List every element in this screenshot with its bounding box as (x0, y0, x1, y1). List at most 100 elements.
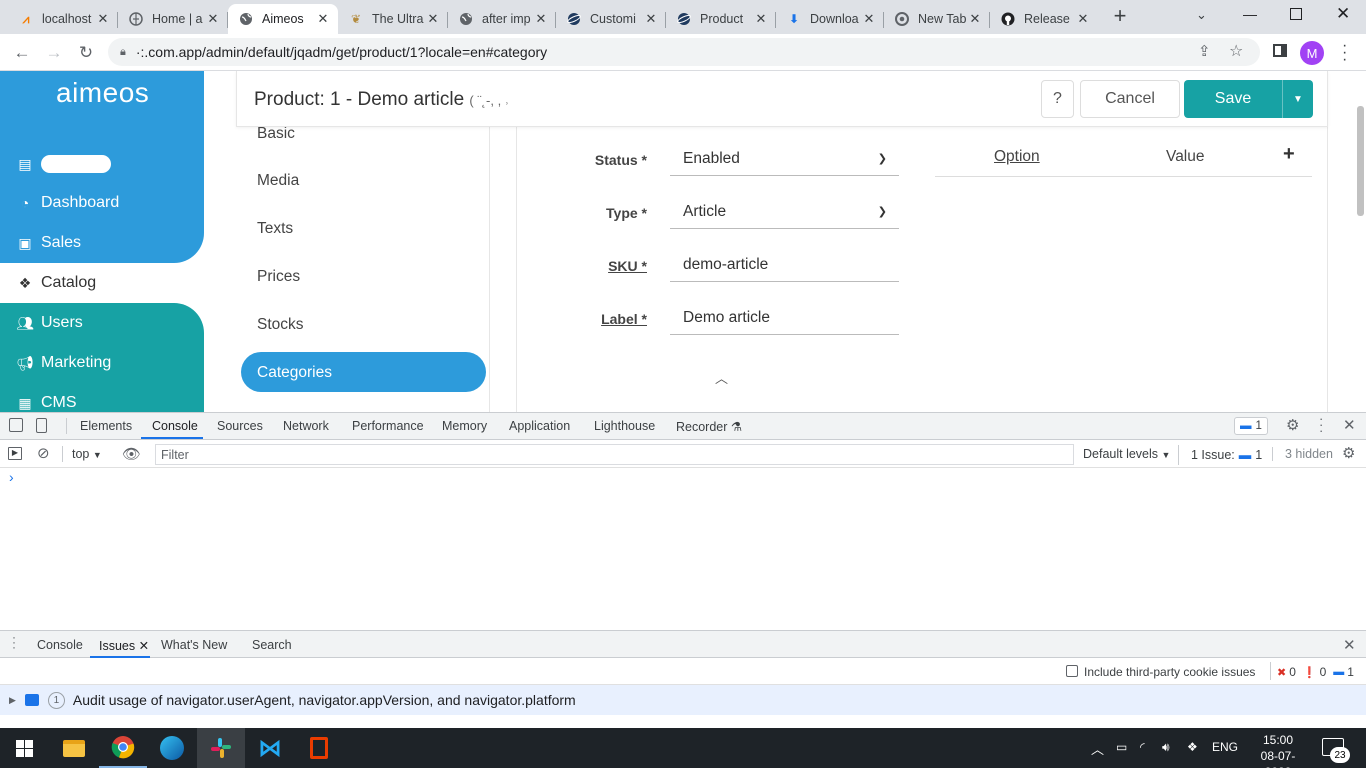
tab-recorder[interactable]: Recorder ⚗︎ (676, 419, 742, 434)
close-icon[interactable]: ✕ (1074, 11, 1092, 27)
drawer-tab-console[interactable]: Console (37, 638, 83, 652)
close-icon[interactable]: ✕ (966, 11, 984, 27)
close-icon[interactable]: ✕ (314, 11, 332, 27)
tab-elements[interactable]: Elements (80, 419, 132, 433)
device-toolbar-icon[interactable] (36, 418, 47, 433)
drawer-tab-issues[interactable]: Issues ✕ (99, 638, 149, 653)
browser-tab-ultra[interactable]: ❦ The Ultra ✕ (338, 4, 448, 34)
sidebar-item-users[interactable]: 👥︎ Users (16, 314, 83, 332)
close-icon[interactable]: ✕ (532, 11, 550, 27)
drawer-menu-icon[interactable]: · · · (12, 631, 16, 653)
close-icon[interactable]: ✕ (424, 11, 442, 27)
close-icon[interactable]: ✕ (642, 11, 660, 27)
status-select[interactable]: Enabled ❯ (670, 142, 899, 176)
console-filter-input[interactable]: Filter (155, 444, 1074, 465)
share-icon[interactable]: ⇪ (1198, 42, 1211, 60)
aimeos-logo[interactable]: aimeos (56, 77, 149, 109)
file-explorer-icon[interactable] (50, 728, 98, 768)
dropbox-icon[interactable]: ❖ (1187, 740, 1198, 754)
language-indicator[interactable]: ENG (1212, 740, 1238, 754)
issues-count-button[interactable]: 1 Issue: ▬ 1 (1178, 445, 1262, 465)
tab-search-icon[interactable]: ⌄ (1196, 7, 1207, 23)
add-option-button[interactable]: + (1283, 143, 1295, 166)
volume-icon[interactable]: 🔊︎ (1162, 740, 1170, 755)
third-party-checkbox[interactable] (1066, 665, 1078, 677)
browser-tab-after-imp[interactable]: after imp ✕ (448, 4, 556, 34)
close-icon[interactable]: ✕ (204, 11, 222, 27)
tray-expand-icon[interactable]: ︿ (1091, 739, 1104, 758)
collapse-chevron-up-icon[interactable]: ︿ (715, 368, 728, 387)
new-tab-button[interactable]: + (1108, 5, 1132, 29)
bookmark-star-icon[interactable]: ☆ (1229, 41, 1243, 61)
nav-item-basic[interactable]: Basic (257, 125, 295, 143)
close-icon[interactable]: ✕ (860, 11, 878, 27)
browser-tab-release[interactable]: Release ✕ (990, 4, 1098, 34)
close-icon[interactable]: ✕ (94, 11, 112, 27)
tab-memory[interactable]: Memory (442, 419, 487, 433)
type-select[interactable]: Article ❯ (670, 195, 899, 229)
forward-arrow-icon[interactable]: → (41, 40, 67, 66)
sidebar-item-marketing[interactable]: 📢︎ Marketing (16, 354, 111, 372)
maximize-button[interactable] (1290, 8, 1302, 20)
browser-tab-download[interactable]: ⬇ Downloa ✕ (776, 4, 884, 34)
sidebar-item-cms[interactable]: ▦ CMS (16, 394, 76, 412)
drawer-tab-whats-new[interactable]: What's New (161, 638, 227, 652)
nav-item-categories[interactable]: Categories (257, 364, 332, 382)
log-levels-dropdown[interactable]: Default levels ▼ (1083, 447, 1170, 461)
wifi-icon[interactable]: ◜ (1140, 740, 1145, 754)
browser-tab-localhost[interactable]: ⩘ localhost ✕ (8, 4, 118, 34)
browser-tab-customi[interactable]: Customi ✕ (556, 4, 666, 34)
window-close-button[interactable]: ✕ (1336, 4, 1350, 24)
close-devtools-icon[interactable]: ✕ (1343, 416, 1356, 434)
tab-performance[interactable]: Performance (352, 419, 424, 433)
help-button[interactable]: ? (1041, 80, 1074, 118)
nav-item-stocks[interactable]: Stocks (257, 316, 304, 334)
drawer-tab-search[interactable]: Search (252, 638, 292, 652)
save-button[interactable]: Save ▼ (1184, 80, 1313, 118)
tab-console[interactable]: Console (152, 419, 198, 433)
cancel-button[interactable]: Cancel (1080, 80, 1180, 118)
close-icon[interactable]: ✕ (752, 11, 770, 27)
settings-gear-icon[interactable]: ⚙ (1286, 416, 1299, 434)
sidebar-item-dashboard[interactable]: ◔ Dashboard (16, 194, 120, 212)
windows-start-button[interactable] (0, 728, 48, 768)
expand-triangle-icon[interactable]: ▶ (9, 695, 16, 706)
label-input[interactable]: Demo article (670, 301, 899, 335)
tab-sources[interactable]: Sources (217, 419, 263, 433)
save-dropdown-chevron-icon[interactable]: ▼ (1282, 80, 1313, 118)
sidebar-item-catalog[interactable]: ❖ Catalog (16, 274, 96, 292)
browser-tab-new-tab[interactable]: New Tab ✕ (884, 4, 990, 34)
office-icon[interactable] (295, 728, 343, 768)
site-selector[interactable]: ▤ p (16, 155, 111, 173)
issues-badge[interactable]: ▬ 1 (1234, 417, 1268, 435)
option-column-header[interactable]: Option (994, 148, 1040, 166)
slack-icon[interactable] (197, 728, 245, 768)
close-drawer-icon[interactable]: ✕ (1343, 636, 1356, 654)
browser-tab-home[interactable]: Home | a ✕ (118, 4, 228, 34)
issue-row[interactable]: ▶ 1 Audit usage of navigator.userAgent, … (0, 685, 1366, 715)
nav-item-prices[interactable]: Prices (257, 268, 300, 286)
chrome-taskbar-icon[interactable] (99, 728, 147, 768)
more-menu-icon[interactable]: · · · (1319, 412, 1323, 437)
tab-lighthouse[interactable]: Lighthouse (594, 419, 655, 433)
inspect-element-icon[interactable] (9, 418, 23, 432)
sidebar-item-sales[interactable]: ▣ Sales (16, 234, 81, 252)
edge-icon[interactable] (148, 728, 196, 768)
close-icon[interactable]: ✕ (139, 639, 149, 653)
back-arrow-icon[interactable]: ← (9, 40, 35, 66)
battery-icon[interactable]: ▭ (1116, 740, 1127, 754)
vscode-icon[interactable]: ⋈ (246, 728, 294, 768)
tab-application[interactable]: Application (509, 419, 570, 433)
profile-avatar[interactable]: M (1300, 41, 1324, 65)
eye-icon[interactable]: 👁︎ (122, 445, 141, 463)
context-selector[interactable]: top ▼ (72, 447, 102, 461)
page-scrollbar[interactable] (1357, 106, 1364, 216)
sidebar-toggle-icon[interactable]: ▶ (8, 447, 22, 460)
nav-item-texts[interactable]: Texts (257, 220, 293, 238)
sku-input[interactable]: demo-article (670, 248, 899, 282)
browser-tab-product[interactable]: Product ✕ (666, 4, 776, 34)
clock[interactable]: 15:00 08-07-2022 (1248, 732, 1308, 780)
clear-console-icon[interactable]: ⊘ (37, 444, 50, 462)
console-prompt[interactable]: › (9, 469, 14, 485)
minimize-button[interactable]: — (1243, 6, 1257, 22)
